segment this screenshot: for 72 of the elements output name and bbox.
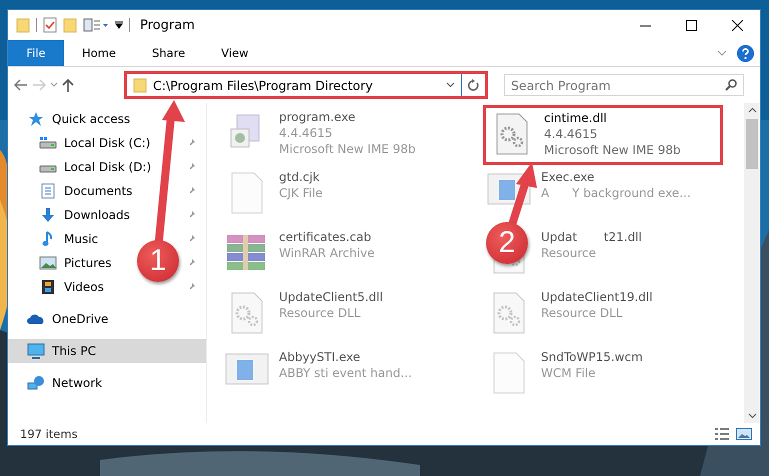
- ribbon-tab[interactable]: Home: [64, 40, 134, 66]
- navigation-item[interactable]: Pictures: [64, 256, 112, 270]
- network-globe-icon: [27, 375, 45, 391]
- navigation-item[interactable]: Downloads: [64, 208, 130, 222]
- file-detail: 4.4.4615: [279, 125, 334, 141]
- folder-icon: [16, 17, 30, 33]
- file-detail: WCM File: [541, 365, 596, 381]
- file-menu-button[interactable]: File: [8, 40, 64, 66]
- back-arrow-icon[interactable]: [14, 79, 28, 91]
- up-arrow-icon[interactable]: [62, 78, 74, 92]
- file-detail: A Y background exe...: [541, 185, 691, 201]
- file-name: program.exe: [279, 109, 356, 125]
- close-icon: [732, 20, 742, 30]
- drive-icon: [39, 136, 57, 150]
- address-bar[interactable]: C:\Program Files\Program Directory: [124, 71, 488, 99]
- file-name: cintime.dll: [544, 110, 608, 126]
- refresh-icon: [468, 78, 480, 92]
- navigation-item[interactable]: Music: [64, 232, 98, 246]
- ribbon-tab[interactable]: Share: [134, 40, 204, 66]
- file-name: Exec.exe: [541, 169, 596, 185]
- expand-ribbon-icon[interactable]: [717, 50, 727, 56]
- cloud-icon: [27, 313, 45, 325]
- folder-icon: [63, 17, 77, 33]
- file-detail: CJK File: [279, 185, 323, 201]
- file-name: UpdateClient5.dll: [279, 289, 383, 305]
- file-detail: Resource DLL: [541, 305, 624, 321]
- film-strip-icon: [41, 279, 55, 295]
- file-detail: ABBY sti event hand...: [279, 365, 412, 381]
- highlighted-file-item[interactable]: cintime.dll 4.4.4615 Microsoft New IME 98b: [483, 105, 723, 165]
- item-count: 197 items: [20, 427, 78, 441]
- large-icons-view-icon[interactable]: [736, 427, 752, 441]
- search-field[interactable]: Search Program: [504, 74, 744, 96]
- recent-locations-icon[interactable]: [50, 82, 58, 88]
- file-detail: WinRAR Archive: [279, 245, 375, 261]
- file-name: Updat t21.dll: [541, 229, 642, 245]
- view-options-icon[interactable]: [83, 18, 109, 32]
- document-icon: [41, 183, 55, 199]
- file-detail: Resource DLL: [279, 305, 362, 321]
- landscape-image-icon: [39, 256, 57, 270]
- selected-navigation-item[interactable]: This PC: [8, 339, 206, 363]
- navigation-item[interactable]: Network: [52, 376, 102, 390]
- file-name: gtd.cjk: [279, 169, 321, 185]
- navigation-item[interactable]: Local Disk (C:): [64, 136, 150, 150]
- star-icon: [28, 111, 44, 127]
- properties-icon[interactable]: [43, 17, 57, 33]
- file-name: certificates.cab: [279, 229, 372, 245]
- file-name: AbbyySTI.exe: [279, 349, 362, 365]
- file-name: SndToWP15.wcm: [541, 349, 643, 365]
- music-note-icon: [42, 231, 54, 247]
- file-detail: Microsoft New IME 98b: [544, 142, 681, 158]
- file-name: UpdateClient19.dll: [541, 289, 653, 305]
- navigation-item[interactable]: Documents: [64, 184, 132, 198]
- download-arrow-icon: [40, 207, 56, 223]
- details-view-icon[interactable]: [714, 427, 730, 441]
- maximize-icon: [686, 20, 696, 30]
- customize-toolbar-icon[interactable]: [115, 21, 123, 29]
- ribbon-tab[interactable]: View: [203, 40, 266, 66]
- file-detail: 4.4.4615: [544, 126, 598, 142]
- application-window-icon: [225, 351, 269, 387]
- search-icon: [725, 79, 737, 91]
- window-title: Program: [140, 18, 195, 32]
- navigation-item[interactable]: Quick access: [52, 112, 130, 126]
- file-detail: Resource: [541, 245, 598, 261]
- folder-icon: [133, 77, 147, 93]
- dropdown-caret-icon[interactable]: [446, 82, 455, 88]
- monitor-icon: [27, 343, 45, 359]
- navigation-item[interactable]: Videos: [64, 280, 104, 294]
- help-icon[interactable]: [737, 44, 754, 62]
- navigation-item[interactable]: Local Disk (D:): [64, 160, 152, 174]
- file-detail: Microsoft New IME 98b: [279, 141, 416, 157]
- navigation-item[interactable]: OneDrive: [52, 312, 108, 326]
- scroll-bar[interactable]: [744, 103, 760, 423]
